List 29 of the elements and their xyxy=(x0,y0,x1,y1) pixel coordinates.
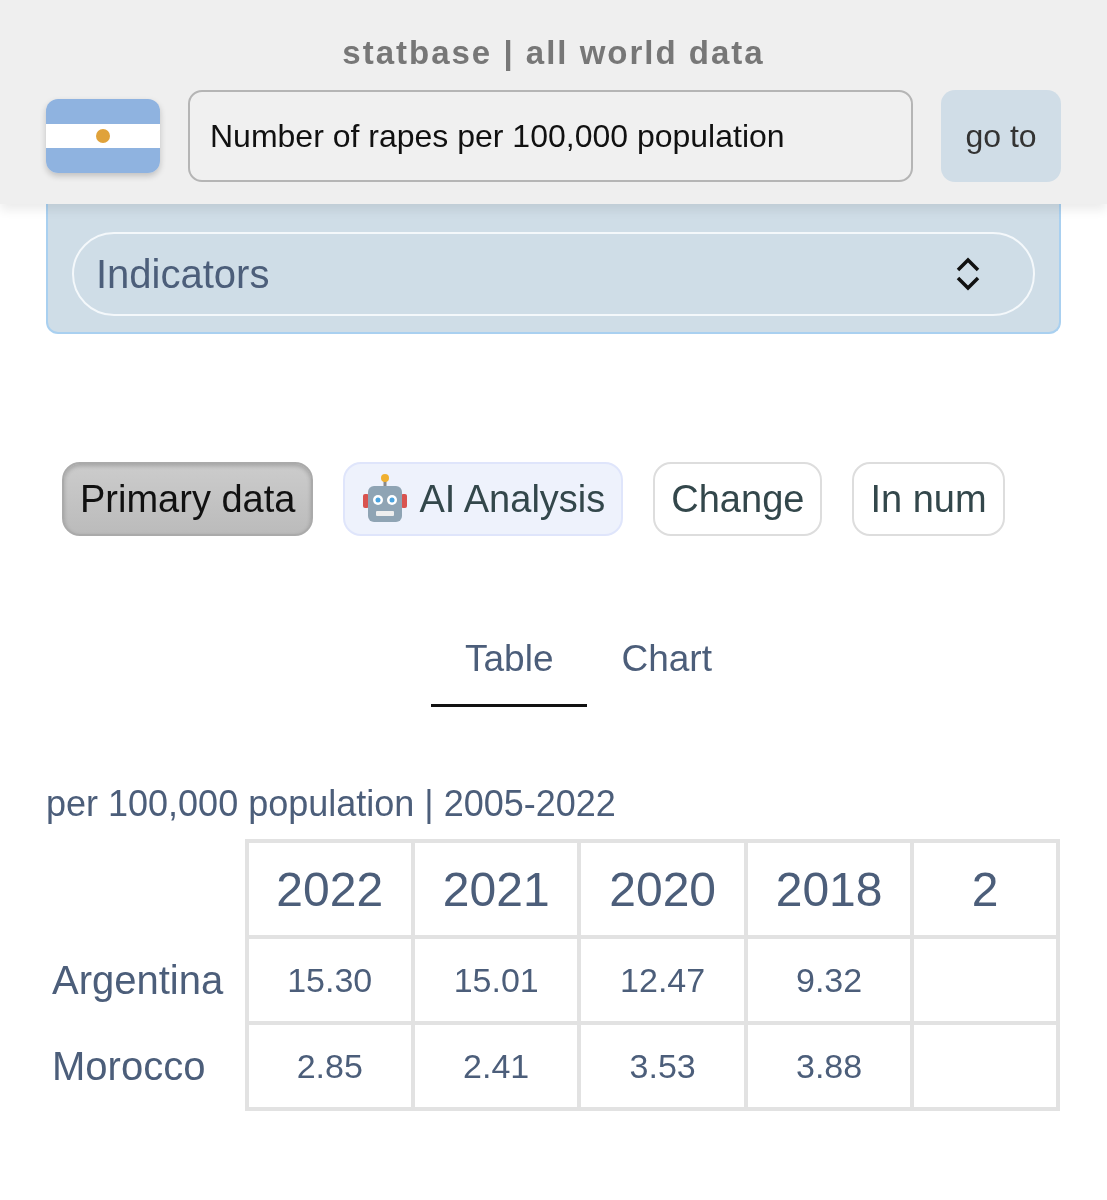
country-label: Morocco xyxy=(46,1023,247,1109)
table-cell: 9.32 xyxy=(745,937,913,1023)
robot-icon xyxy=(361,474,410,524)
country-label: Argentina xyxy=(46,937,247,1023)
view-button[interactable]: Change xyxy=(653,462,823,536)
table-cell: 15.01 xyxy=(412,937,580,1023)
year-header: 2018 xyxy=(745,841,913,937)
indicator-select[interactable]: Indicators xyxy=(72,232,1035,316)
table-cell: 3.88 xyxy=(745,1023,913,1109)
year-header: 2 xyxy=(912,841,1058,937)
flag-icon[interactable] xyxy=(46,99,160,173)
view-tab[interactable]: Table xyxy=(431,626,588,707)
table-cell: 15.30 xyxy=(246,937,413,1023)
view-button[interactable]: AI Analysis xyxy=(343,462,624,536)
year-header: 2020 xyxy=(579,841,746,937)
search-field[interactable]: Number of rapes per 100,000 population xyxy=(188,90,913,182)
table-cell: 2.85 xyxy=(246,1023,413,1109)
table-caption: per 100,000 population | 2005-2022 xyxy=(46,783,617,825)
go-button[interactable]: go to xyxy=(941,90,1061,182)
view-button[interactable]: Primary data xyxy=(62,462,314,536)
table-cell: 2.41 xyxy=(412,1023,580,1109)
chevron-updown-icon xyxy=(955,257,981,291)
table-cell: 3.53 xyxy=(579,1023,746,1109)
view-tab[interactable]: Chart xyxy=(587,626,746,707)
table-cell: 12.47 xyxy=(579,937,746,1023)
year-header: 2021 xyxy=(412,841,580,937)
year-header: 2022 xyxy=(246,841,413,937)
view-button[interactable]: In num xyxy=(852,462,1005,536)
site-title: statbase | all world data xyxy=(341,34,766,72)
